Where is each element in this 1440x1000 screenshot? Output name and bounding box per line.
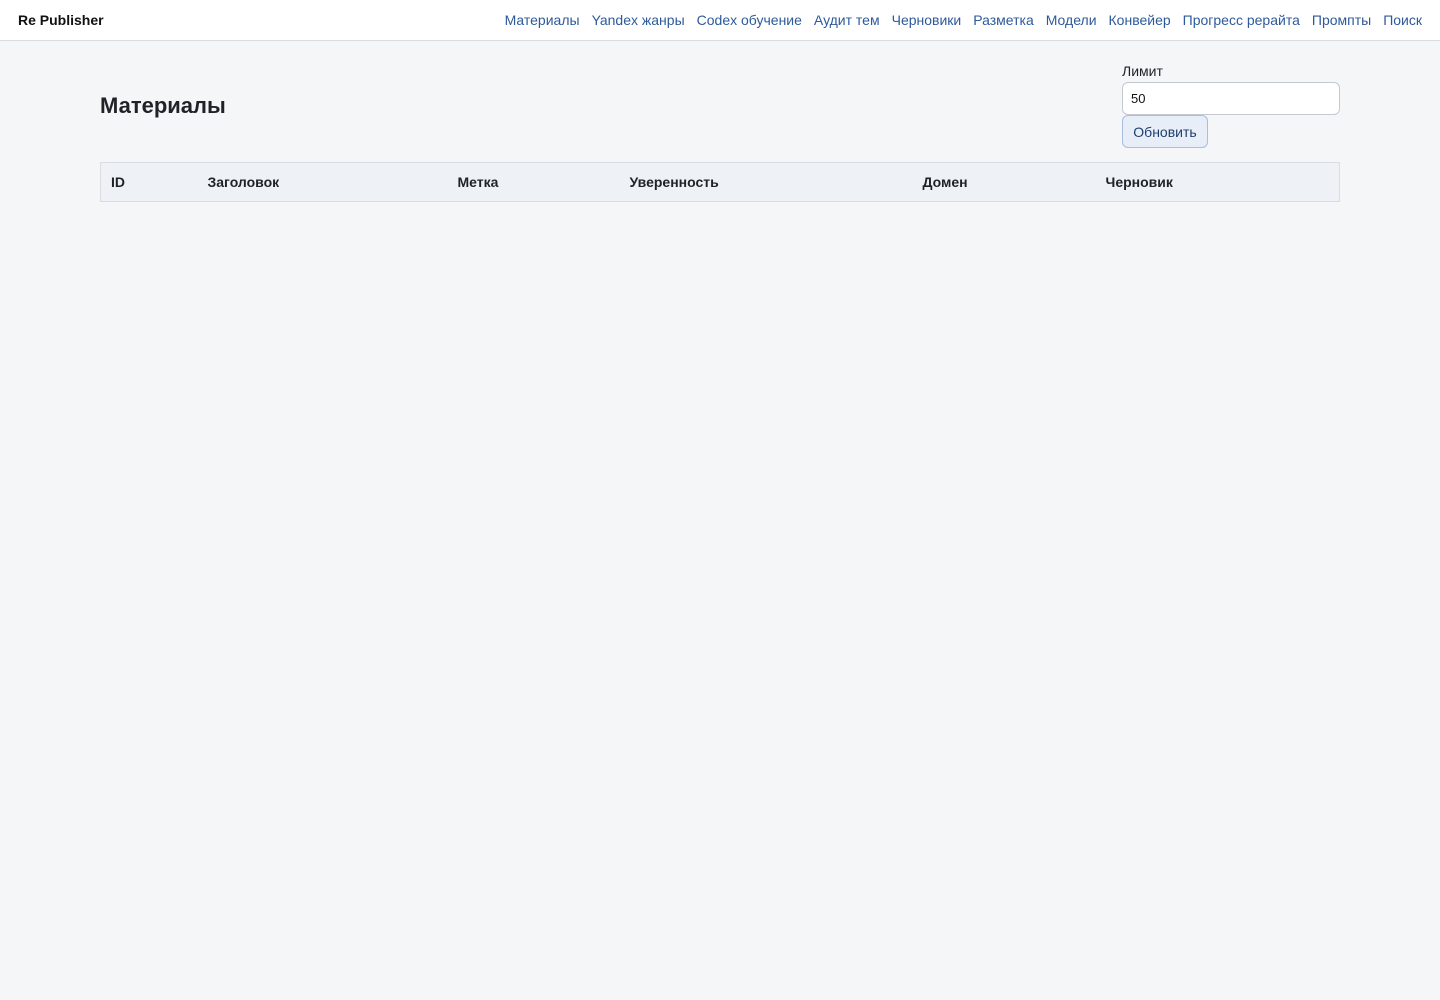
nav-link-yandex-genres[interactable]: Yandex жанры	[592, 12, 685, 28]
nav-item: Модели	[1046, 11, 1097, 30]
nav-item: Поиск	[1383, 11, 1422, 30]
app-brand[interactable]: Re Publisher	[18, 11, 104, 29]
page-title: Материалы	[100, 93, 226, 118]
column-header-id: ID	[111, 174, 125, 190]
limit-label: Лимит	[1122, 63, 1163, 79]
nav-link-drafts[interactable]: Черновики	[892, 12, 962, 28]
column-header-confidence: Уверенность	[629, 174, 719, 190]
nav-link-search[interactable]: Поиск	[1383, 12, 1422, 28]
nav-list: Материалы Yandex жанры Codex обучение Ау…	[505, 11, 1422, 30]
limit-input[interactable]	[1122, 82, 1340, 115]
nav-link-materials[interactable]: Материалы	[505, 12, 580, 28]
column-header-title: Заголовок	[207, 174, 280, 190]
nav-link-markup[interactable]: Разметка	[973, 12, 1034, 28]
nav-item: Конвейер	[1109, 11, 1171, 30]
nav-item: Codex обучение	[697, 11, 802, 30]
table-header: ID Заголовок Метка Уверенность Домен Чер…	[101, 163, 1340, 202]
nav-link-codex-training[interactable]: Codex обучение	[697, 12, 802, 28]
nav-item: Прогресс рерайта	[1183, 11, 1300, 30]
refresh-button[interactable]: Обновить	[1122, 115, 1208, 148]
nav-item: Разметка	[973, 11, 1034, 30]
column-header-domain: Домен	[922, 174, 968, 190]
top-navigation-bar: Re Publisher Материалы Yandex жанры Code…	[0, 0, 1440, 41]
nav-item: Yandex жанры	[592, 11, 685, 30]
nav-item: Промпты	[1312, 11, 1371, 30]
nav-link-prompts[interactable]: Промпты	[1312, 12, 1371, 28]
nav-link-rewrite-progress[interactable]: Прогресс рерайта	[1183, 12, 1300, 28]
column-header-label: Метка	[457, 174, 499, 190]
nav-item: Черновики	[892, 11, 962, 30]
materials-table: ID Заголовок Метка Уверенность Домен Чер…	[100, 162, 1340, 202]
nav-link-pipeline[interactable]: Конвейер	[1109, 12, 1171, 28]
column-header-draft: Черновик	[1105, 174, 1173, 190]
nav-link-models[interactable]: Модели	[1046, 12, 1097, 28]
nav-item: Материалы	[505, 11, 580, 30]
nav-item: Аудит тем	[814, 11, 880, 30]
table-header-row: ID Заголовок Метка Уверенность Домен Чер…	[101, 163, 1340, 202]
limit-controls: Лимит Обновить	[1122, 62, 1340, 148]
nav-link-topic-audit[interactable]: Аудит тем	[814, 12, 880, 28]
